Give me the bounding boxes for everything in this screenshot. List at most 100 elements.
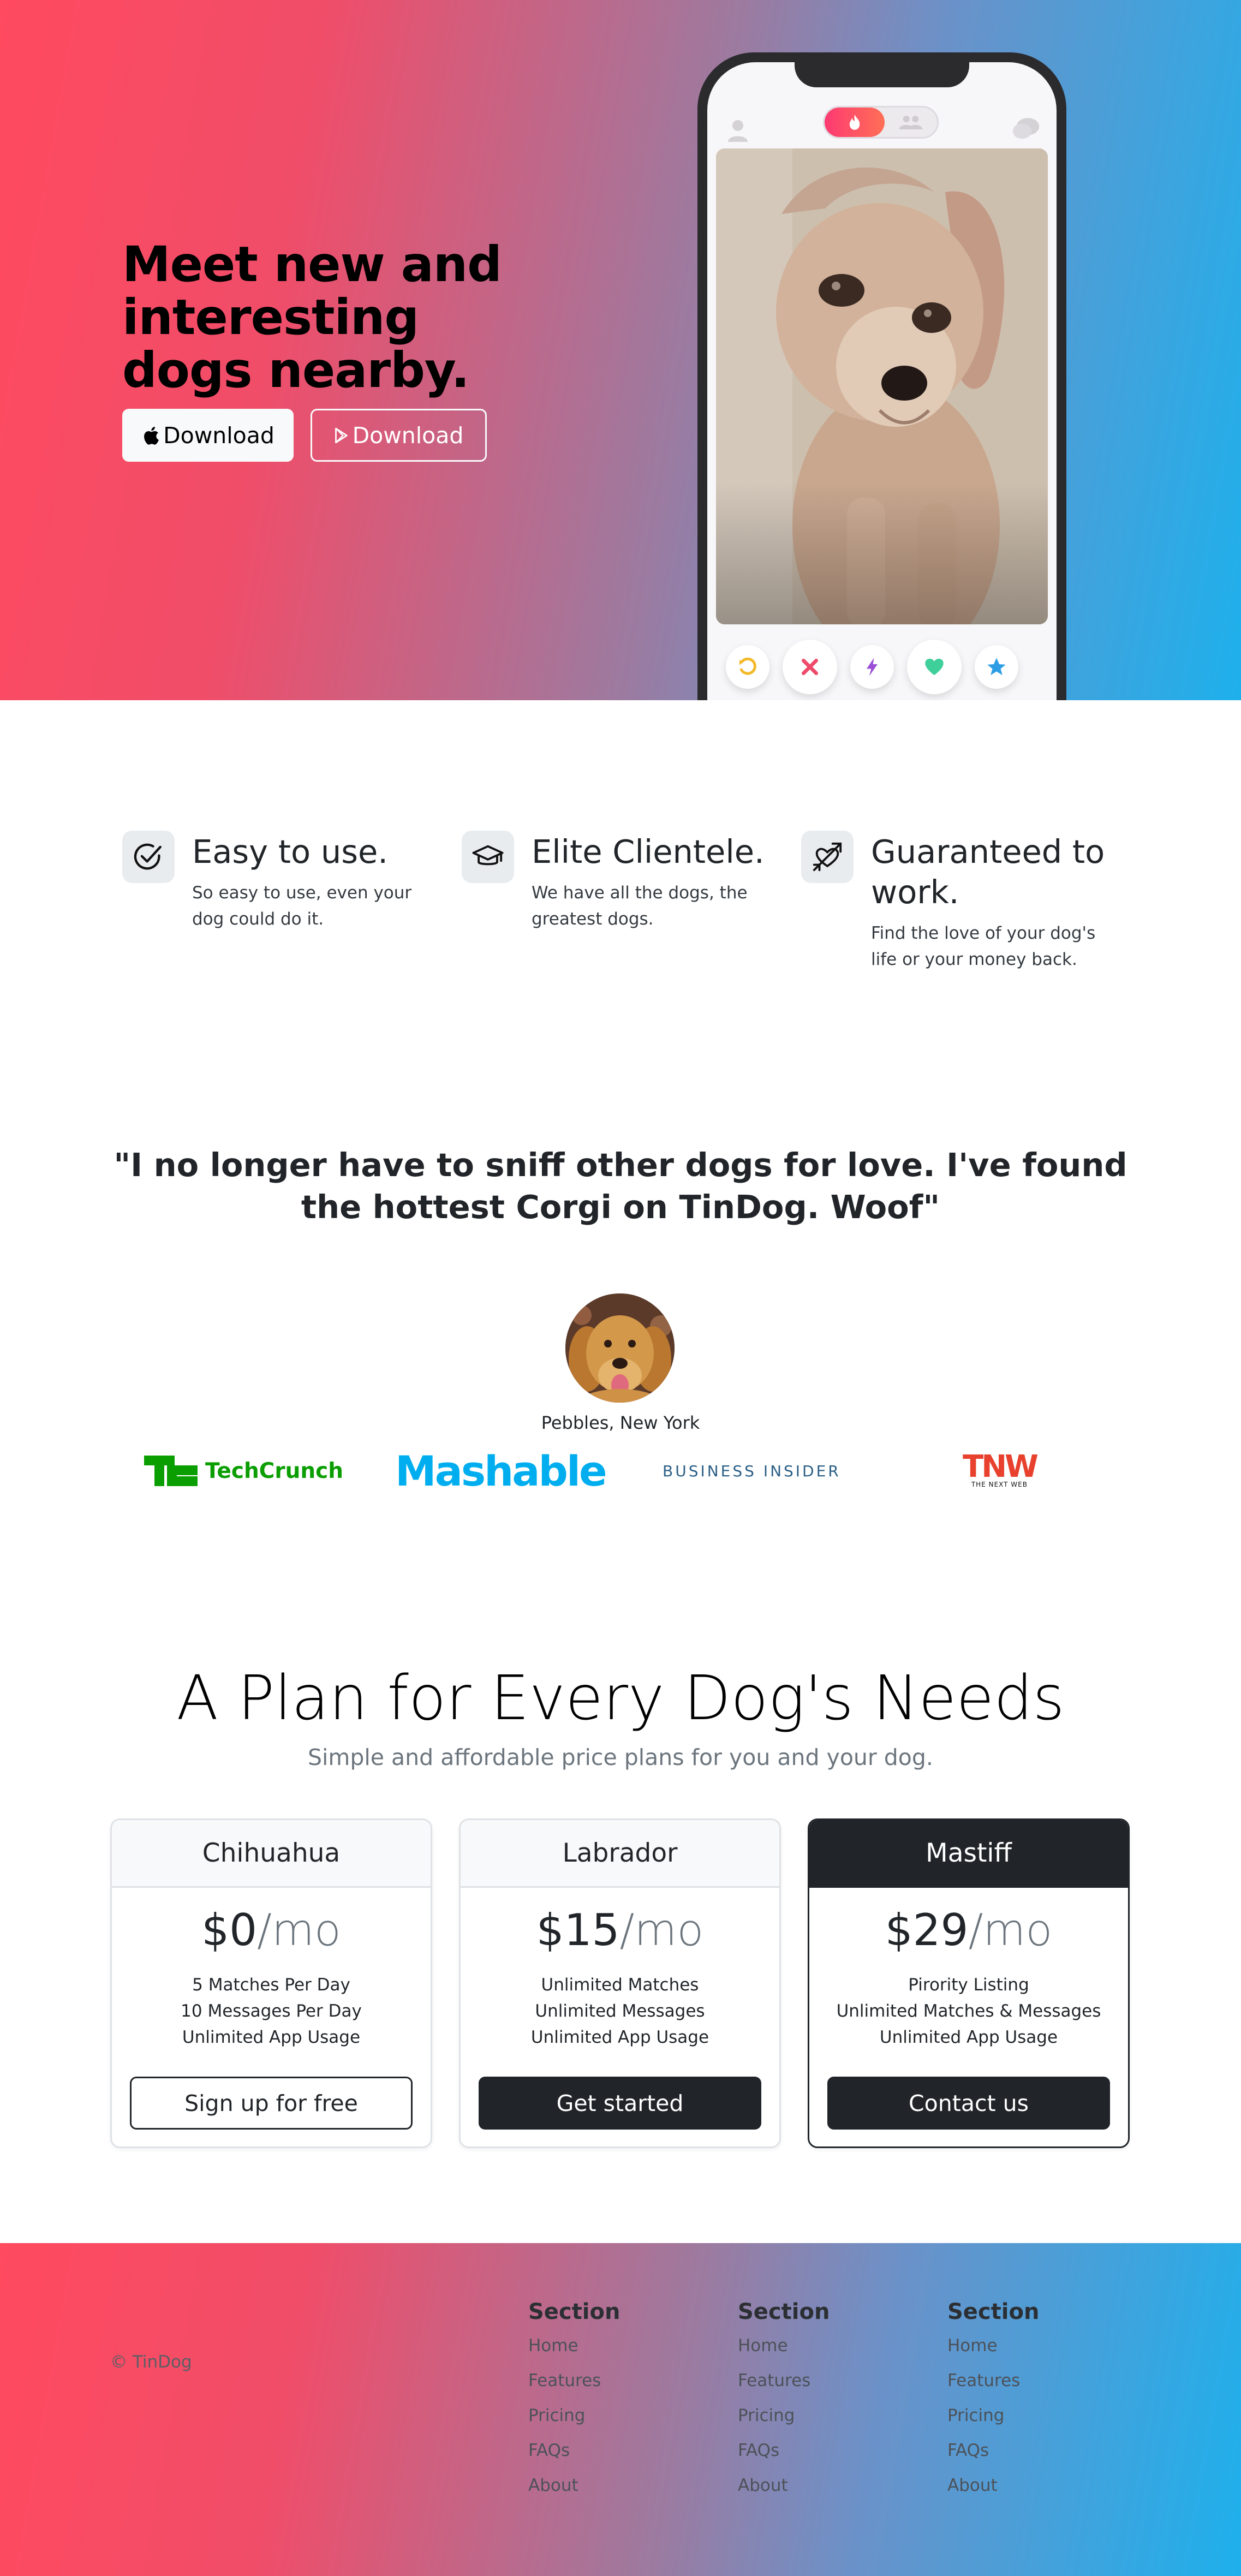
get-started-button[interactable]: Get started — [479, 2077, 761, 2130]
plan-feature: Unlimited Messages — [535, 2001, 705, 2021]
plan-feature: Unlimited App Usage — [182, 2028, 361, 2047]
footer-link-features[interactable]: Features — [947, 2363, 1111, 2398]
discover-toggle — [823, 106, 939, 139]
heart-icon — [925, 659, 944, 675]
google-play-icon — [335, 427, 348, 443]
feature-description: So easy to use, even your dog could do i… — [192, 883, 412, 929]
heart-arrow-icon — [813, 842, 842, 872]
plan-price: $15/mo — [461, 1903, 779, 1958]
footer-link-home[interactable]: Home — [738, 2328, 902, 2363]
footer: © TinDog Section Home Features Pricing F… — [0, 2243, 1241, 2576]
plan-feature: Unlimited Matches — [541, 1975, 699, 1995]
like-button[interactable] — [907, 640, 962, 694]
footer-column: Section Home Features Pricing FAQs About — [738, 2295, 902, 2503]
app-store-download-button[interactable]: Download — [122, 409, 294, 462]
plan-feature: Unlimited Matches & Messages — [836, 2001, 1101, 2021]
footer-column-title: Section — [947, 2299, 1040, 2324]
sign-up-free-button[interactable]: Sign up for free — [130, 2077, 413, 2130]
plan-price: $0/mo — [112, 1903, 431, 1958]
plan-price-period: /mo — [619, 1905, 704, 1955]
phone-screen — [707, 62, 1057, 700]
business-insider-logo: BUSINESS INSIDER — [663, 1462, 841, 1480]
apple-icon — [144, 426, 159, 445]
footer-link-faqs[interactable]: FAQs — [947, 2433, 1111, 2468]
footer-link-pricing[interactable]: Pricing — [738, 2398, 902, 2433]
dog-profile-photo — [716, 148, 1048, 624]
plan-feature: Unlimited App Usage — [879, 2028, 1058, 2047]
testimonial-author: Pebbles, New York — [541, 1412, 700, 1433]
feature-description: We have all the dogs, the greatest dogs. — [532, 883, 748, 929]
plan-price-period: /mo — [968, 1905, 1053, 1955]
plan-name: Chihuahua — [112, 1820, 431, 1888]
plan-price-amount: $0 — [201, 1905, 257, 1955]
footer-link-features[interactable]: Features — [738, 2363, 902, 2398]
plan-name: Labrador — [461, 1820, 779, 1888]
google-play-download-button[interactable]: Download — [311, 409, 487, 462]
boost-button[interactable] — [850, 645, 894, 689]
feature-icon-box — [122, 831, 175, 883]
testimonial-avatar — [565, 1293, 675, 1403]
copyright: © TinDog — [110, 2352, 192, 2372]
feature-title: Guaranteed to work. — [871, 833, 1105, 911]
feature-icon-box — [462, 831, 514, 883]
profile-icon — [728, 120, 748, 142]
graduation-cap-icon — [472, 845, 504, 866]
plan-feature: 5 Matches Per Day — [192, 1975, 350, 1995]
phone-notch — [795, 62, 969, 87]
plan-price-amount: $15 — [536, 1905, 620, 1955]
group-icon — [899, 116, 923, 129]
chat-icon — [1012, 118, 1040, 139]
plan-price-amount: $29 — [885, 1905, 969, 1955]
super-like-button[interactable] — [975, 645, 1018, 689]
feature-icon-box — [801, 831, 854, 883]
lightning-icon — [867, 658, 878, 676]
pricing-card-chihuahua: Chihuahua $0/mo 5 Matches Per Day 10 Mes… — [110, 1818, 432, 2148]
star-icon — [987, 658, 1006, 675]
plan-feature: Pirority Listing — [908, 1975, 1029, 1995]
footer-link-home[interactable]: Home — [947, 2328, 1111, 2363]
check-circle-icon — [134, 843, 162, 870]
plan-feature: 10 Messages Per Day — [181, 2001, 362, 2021]
footer-link-about[interactable]: About — [738, 2468, 902, 2503]
techcrunch-logo: TechCrunch — [144, 1449, 343, 1493]
tnw-logo: TNW THE NEXT WEB — [963, 1449, 1039, 1493]
testimonial-quote: "I no longer have to sniff other dogs fo… — [114, 1146, 1127, 1226]
close-icon — [802, 659, 818, 675]
footer-link-pricing[interactable]: Pricing — [528, 2398, 692, 2433]
footer-link-about[interactable]: About — [528, 2468, 692, 2503]
footer-column-title: Section — [528, 2299, 620, 2324]
phone-mockup — [697, 52, 1066, 700]
plan-feature: Unlimited App Usage — [530, 2028, 709, 2047]
plan-price: $29/mo — [809, 1903, 1128, 1958]
footer-link-features[interactable]: Features — [528, 2363, 692, 2398]
mashable-logo: Mashable — [395, 1446, 607, 1495]
footer-link-about[interactable]: About — [947, 2468, 1111, 2503]
pricing-card-labrador: Labrador $15/mo Unlimited Matches Unlimi… — [459, 1818, 781, 2148]
feature-title: Easy to use. — [192, 833, 389, 870]
rewind-button[interactable] — [726, 645, 769, 689]
pricing-card-mastiff: Mastiff $29/mo Pirority Listing Unlimite… — [808, 1818, 1130, 2148]
footer-link-home[interactable]: Home — [528, 2328, 692, 2363]
footer-link-pricing[interactable]: Pricing — [947, 2398, 1111, 2433]
dog-illustration — [716, 148, 1048, 624]
app-store-download-label: Download — [163, 422, 275, 449]
footer-column-title: Section — [738, 2299, 830, 2324]
footer-link-faqs[interactable]: FAQs — [738, 2433, 902, 2468]
hero-title: Meet new and interesting dogs nearby. — [122, 236, 502, 398]
plan-price-period: /mo — [256, 1905, 341, 1955]
golden-retriever-illustration — [565, 1293, 675, 1403]
flame-icon — [849, 115, 860, 130]
feature-title: Elite Clientele. — [532, 833, 765, 870]
footer-column: Section Home Features Pricing FAQs About — [947, 2295, 1111, 2503]
contact-us-button[interactable]: Contact us — [827, 2077, 1110, 2130]
techcrunch-mark-icon — [144, 1456, 198, 1486]
hero-section: Meet new and interesting dogs nearby. Do… — [0, 0, 1241, 700]
rewind-icon — [739, 657, 756, 675]
footer-link-faqs[interactable]: FAQs — [528, 2433, 692, 2468]
pricing-title: A Plan for Every Dog's Needs — [176, 1663, 1065, 1734]
feature-description: Find the love of your dog's life or your… — [871, 923, 1096, 969]
google-play-download-label: Download — [352, 422, 464, 449]
footer-column: Section Home Features Pricing FAQs About — [528, 2295, 692, 2503]
flame-tab — [825, 108, 885, 137]
nope-button[interactable] — [783, 640, 837, 694]
